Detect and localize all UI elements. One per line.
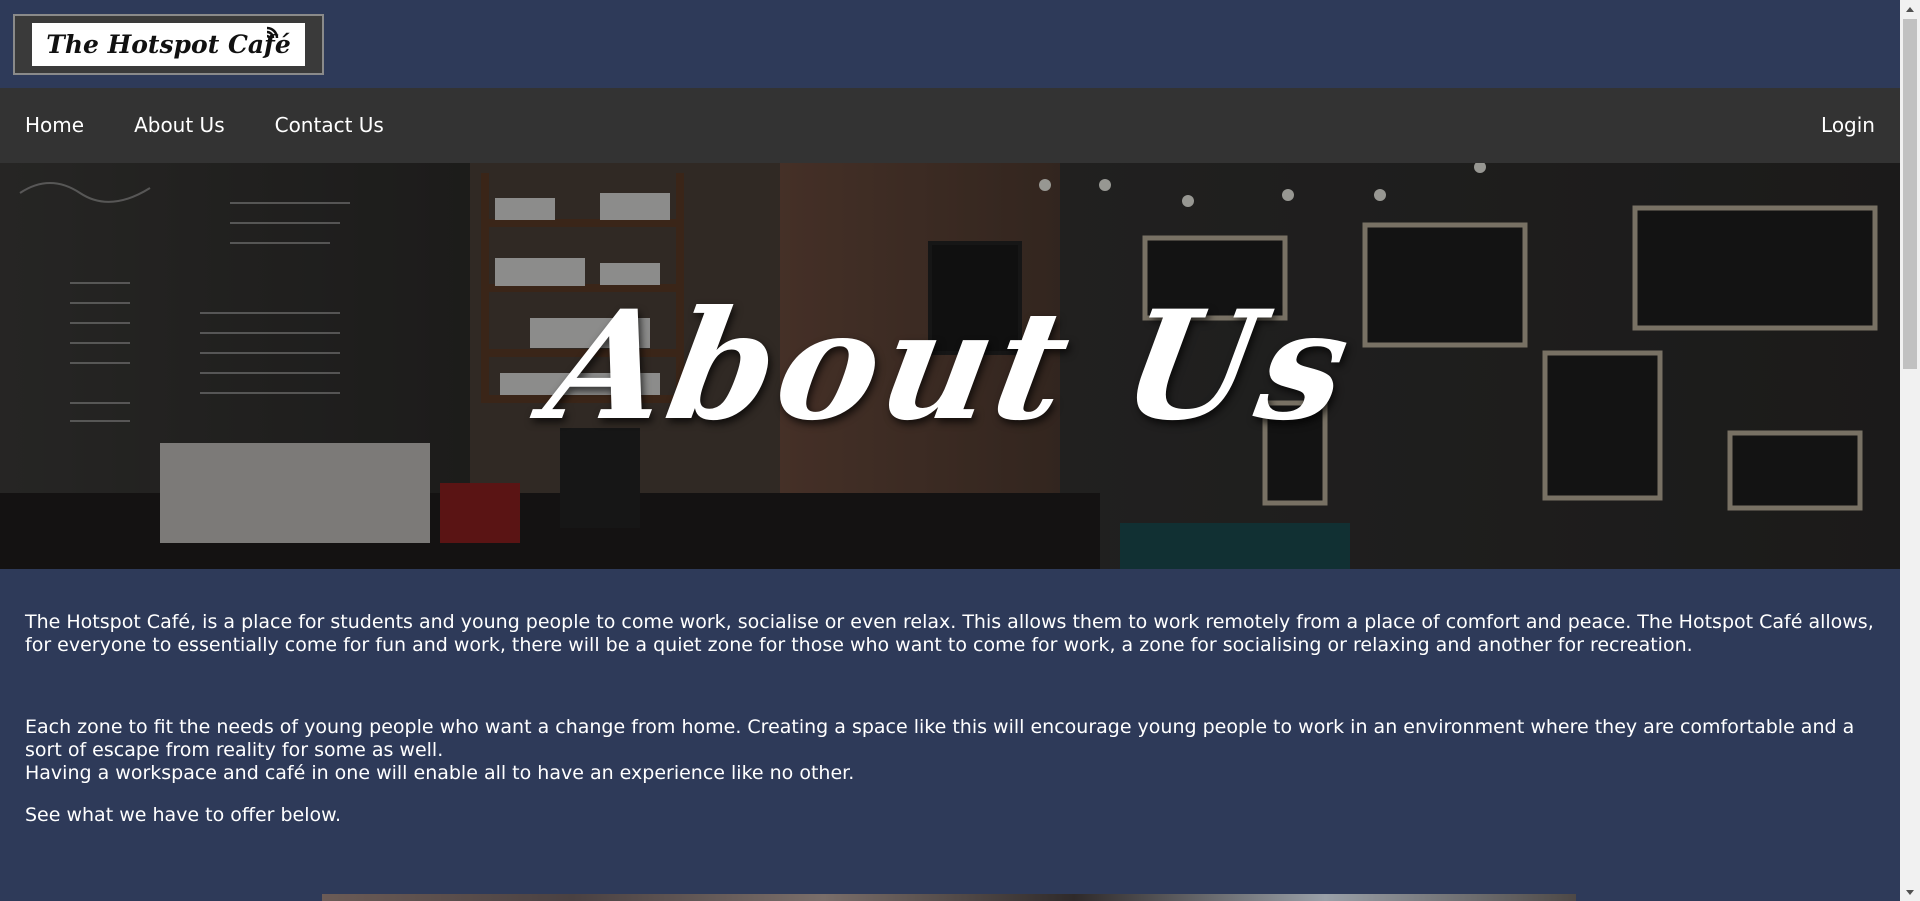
page: The Hotspot Café Home About Us Contact U…: [0, 0, 1900, 901]
about-content: The Hotspot Café, is a place for student…: [0, 569, 1900, 827]
nav-about-us[interactable]: About Us: [109, 88, 250, 163]
about-paragraph-2: Each zone to fit the needs of young peop…: [25, 716, 1855, 761]
wifi-icon: [266, 26, 279, 39]
nav-login[interactable]: Login: [1796, 88, 1900, 163]
scroll-down-arrow-icon[interactable]: [1900, 884, 1920, 901]
about-paragraph-1: The Hotspot Café, is a place for student…: [25, 611, 1874, 656]
about-paragraph-4: See what we have to offer below.: [25, 804, 341, 826]
nav-contact-us[interactable]: Contact Us: [250, 88, 409, 163]
logo[interactable]: The Hotspot Café: [13, 14, 324, 75]
logo-text-box: The Hotspot Café: [32, 23, 305, 66]
hero-title: About Us: [534, 278, 1366, 454]
scroll-up-arrow-icon[interactable]: [1900, 0, 1920, 17]
hero-banner: About Us: [0, 163, 1900, 569]
main-nav: Home About Us Contact Us Login: [0, 88, 1900, 163]
scrollbar-thumb[interactable]: [1903, 19, 1917, 369]
nav-home[interactable]: Home: [0, 88, 109, 163]
about-paragraph-3: Having a workspace and café in one will …: [25, 762, 855, 784]
offer-image-preview: [322, 894, 1576, 901]
logo-text: The Hotspot Café: [46, 30, 291, 59]
header: The Hotspot Café: [0, 0, 1900, 88]
vertical-scrollbar[interactable]: [1900, 0, 1920, 901]
